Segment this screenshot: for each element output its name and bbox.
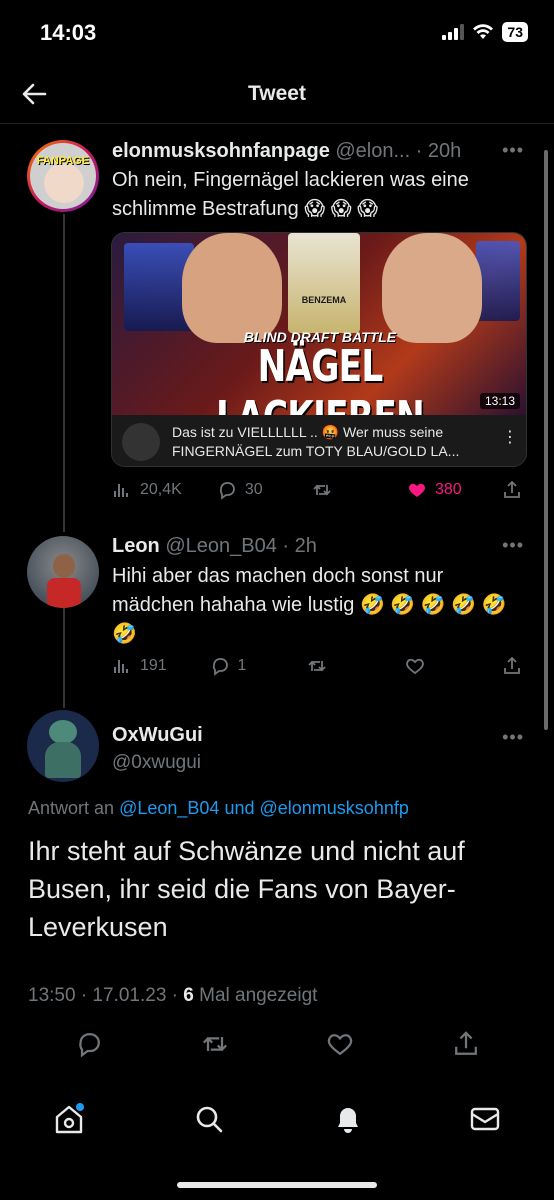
share-button[interactable] xyxy=(502,656,522,676)
views-icon xyxy=(114,484,128,497)
video-title: Das ist zu VIELLLLLL .. 🤬 Wer muss seine… xyxy=(172,423,502,461)
reply-mention-link[interactable]: @elonmusksohnfp xyxy=(260,798,409,818)
view-label: Mal angezeigt xyxy=(199,985,318,1006)
reply-icon xyxy=(219,482,235,500)
view-count: 6 xyxy=(183,985,194,1006)
thread-connector xyxy=(63,608,65,708)
display-name[interactable]: elonmusksohnfanpage xyxy=(112,140,330,162)
reply-icon[interactable] xyxy=(75,1030,103,1058)
search-icon[interactable] xyxy=(192,1102,226,1136)
share-button[interactable] xyxy=(502,480,522,500)
home-icon[interactable] xyxy=(52,1102,86,1136)
signal-icon xyxy=(442,24,465,40)
video-more-icon[interactable]: ⋮ xyxy=(502,427,518,447)
handle-time: @elon... · 20h xyxy=(335,140,462,162)
views-button[interactable]: 191 xyxy=(112,656,172,676)
retweet-button[interactable] xyxy=(307,656,367,676)
retweet-icon xyxy=(313,484,331,496)
tweet-actions: 191 1 xyxy=(112,656,522,676)
tweet-text: Ihr steht auf Schwänze und nicht auf Bus… xyxy=(28,836,465,942)
tweet-header: Leon @Leon_B04 · 2h xyxy=(112,535,317,558)
status-icons: 73 xyxy=(442,22,528,42)
video-thumbnail[interactable]: BENZEMA BLIND DRAFT BATTLE NÄGEL LACKIER… xyxy=(112,233,526,415)
display-name[interactable]: Leon xyxy=(112,535,160,557)
reply-button[interactable]: 30 xyxy=(217,480,277,500)
mail-icon[interactable] xyxy=(468,1102,502,1136)
reply-count: 1 xyxy=(237,657,247,674)
tweet-actions: 20,4K 30 380 xyxy=(112,480,522,500)
video-duration: 13:13 xyxy=(479,393,520,409)
tweet-text: Oh nein, Fingernägel lackieren was eine … xyxy=(112,169,469,220)
reply-icon xyxy=(212,658,228,676)
reply-count: 30 xyxy=(244,481,263,498)
retweet-icon[interactable] xyxy=(201,1030,229,1058)
views-icon xyxy=(114,660,128,673)
heart-filled-icon xyxy=(408,483,425,497)
thumbnail-title: NÄGEL LACKIEREN xyxy=(216,341,425,415)
video-meta[interactable]: Das ist zu VIELLLLLL .. 🤬 Wer muss seine… xyxy=(112,415,526,466)
handle-time: @Leon_B04 · 2h xyxy=(165,535,317,557)
tweet-actions xyxy=(75,1030,480,1058)
channel-avatar xyxy=(122,423,160,461)
page-title: Tweet xyxy=(248,82,306,105)
handle[interactable]: @0xwugui xyxy=(112,752,201,774)
views-button[interactable]: 20,4K xyxy=(112,480,182,500)
heart-icon xyxy=(405,658,424,675)
like-count: 380 xyxy=(434,481,462,498)
reply-button[interactable]: 1 xyxy=(210,656,270,676)
more-options-icon[interactable]: ••• xyxy=(502,140,524,161)
video-title-line2: FINGERNÄGEL zum TOTY BLAU/GOLD LA... xyxy=(172,443,460,459)
media-card[interactable]: BENZEMA BLIND DRAFT BATTLE NÄGEL LACKIER… xyxy=(111,232,527,467)
retweet-icon xyxy=(308,660,326,672)
views-count: 191 xyxy=(140,657,167,674)
battery-indicator: 73 xyxy=(502,22,528,42)
more-options-icon[interactable]: ••• xyxy=(502,535,524,556)
share-icon[interactable] xyxy=(452,1030,480,1058)
reply-prefix: Antwort an xyxy=(28,798,115,818)
video-title-line1: Das ist zu VIELLLLLL .. 🤬 Wer muss seine xyxy=(172,424,444,440)
wifi-icon xyxy=(473,24,494,39)
top-nav-header: Tweet xyxy=(0,66,554,124)
timestamp-text[interactable]: 13:50 · 17.01.23 · xyxy=(28,985,178,1006)
tweet-timestamp: 13:50 · 17.01.23 · 6 Mal angezeigt xyxy=(28,985,317,1007)
like-button[interactable] xyxy=(405,656,465,676)
like-button[interactable]: 380 xyxy=(407,480,467,500)
tweet-text: Hihi aber das machen doch sonst nur mädc… xyxy=(112,565,507,645)
more-options-icon[interactable]: ••• xyxy=(502,727,524,748)
display-name[interactable]: OxWuGui xyxy=(112,724,203,747)
home-indicator xyxy=(177,1182,377,1188)
scrollbar[interactable] xyxy=(544,150,548,730)
bell-icon[interactable] xyxy=(331,1102,365,1136)
avatar[interactable]: FANPAGE xyxy=(27,140,99,212)
avatar[interactable] xyxy=(27,710,99,782)
reply-and: und xyxy=(224,798,255,818)
card-player-name: BENZEMA xyxy=(301,295,347,305)
views-count: 20,4K xyxy=(140,481,182,498)
status-bar: 14:03 73 xyxy=(0,0,554,66)
heart-icon[interactable] xyxy=(326,1030,354,1058)
avatar[interactable] xyxy=(27,536,99,608)
share-icon xyxy=(504,480,520,498)
status-time: 14:03 xyxy=(40,20,97,45)
share-icon xyxy=(504,656,520,674)
reply-mention-link[interactable]: @Leon_B04 xyxy=(119,798,219,818)
thread-connector xyxy=(63,214,65,532)
avatar-label: FANPAGE xyxy=(36,155,90,167)
retweet-button[interactable] xyxy=(312,480,372,500)
reply-context: Antwort an @Leon_B04 und @elonmusksohnfp xyxy=(28,798,409,819)
tweet-header: elonmusksohnfanpage @elon... · 20h xyxy=(112,140,461,163)
